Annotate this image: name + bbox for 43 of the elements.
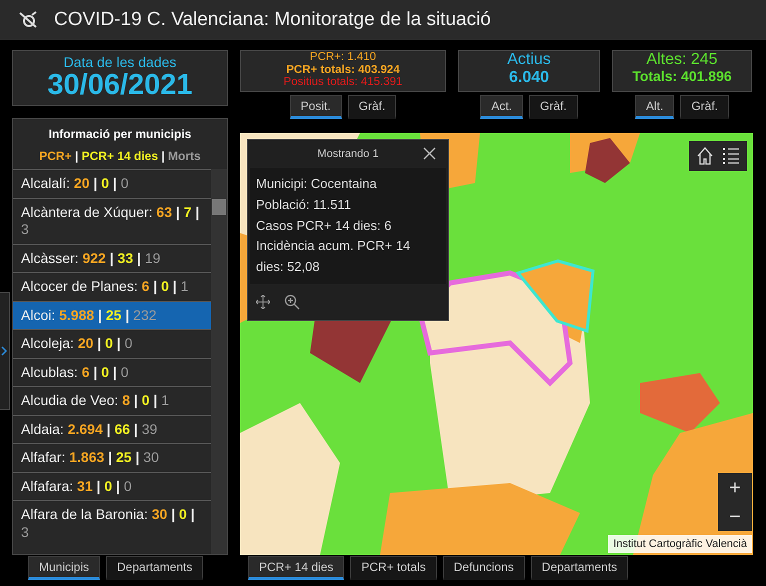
tab[interactable]: Posit.: [290, 95, 342, 120]
move-icon[interactable]: [256, 294, 270, 309]
panel-toggle[interactable]: [0, 292, 10, 410]
popup-title: Mostrando 1: [317, 146, 379, 162]
date-value: 30/06/2021: [46, 71, 194, 100]
pcr-count: PCR+: 1.410: [308, 51, 378, 64]
tab[interactable]: Departaments: [530, 556, 628, 580]
tab[interactable]: Alt.: [634, 95, 674, 120]
app-title: COVID-19 C. Valenciana: Monitoratge de la situació: [54, 8, 491, 32]
virus-icon: [18, 11, 38, 29]
popup-field: Casos PCR+ 14 dies: 6: [256, 216, 440, 236]
tab[interactable]: Gràf.: [680, 95, 729, 120]
home-icon[interactable]: [697, 147, 713, 165]
popup-field: Incidència acum. PCR+ 14 dies: 52,08: [256, 236, 440, 278]
municipality-row[interactable]: Alcoi: 5.988 | 25 | 232: [13, 300, 211, 329]
tab[interactable]: Municipis: [28, 556, 100, 580]
pcr-total: PCR+ totals: 403.924: [285, 64, 401, 76]
tab[interactable]: PCR+ 14 dies: [248, 556, 344, 580]
active-label: Actius: [506, 51, 552, 69]
tab[interactable]: Gràf.: [529, 95, 578, 120]
zoom-out-button[interactable]: −: [718, 502, 752, 531]
date-label: Data de les dades: [62, 53, 178, 69]
scrollbar-thumb[interactable]: [212, 199, 226, 215]
popup-field: Població: 11.511: [256, 194, 440, 216]
map-attribution: Institut Cartogràfic Valencià: [608, 534, 752, 553]
tab[interactable]: Departaments: [106, 556, 204, 580]
tab[interactable]: Act.: [480, 95, 523, 120]
tab[interactable]: Defuncions: [442, 556, 525, 580]
close-icon[interactable]: [423, 147, 436, 160]
positives-total: Positius totals: 415.391: [282, 76, 404, 89]
discharges-total: Totals: 401.896: [631, 68, 733, 84]
active-value: 6.040: [508, 68, 550, 86]
legend-text: PCR+ | PCR+ 14 dies | Morts: [38, 148, 202, 165]
tab[interactable]: PCR+ totals: [350, 556, 437, 580]
discharges-label: Altes: 245: [645, 51, 719, 69]
popup-field: Municipi: Cocentaina: [256, 174, 440, 195]
list-icon[interactable]: [723, 147, 739, 165]
zoom-icon[interactable]: [284, 294, 300, 310]
tab[interactable]: Gràf.: [348, 95, 396, 120]
panel-title: Informació per municipis: [48, 126, 192, 143]
scrollbar[interactable]: [211, 169, 227, 554]
chevron-icon: [0, 345, 8, 357]
zoom-in-button[interactable]: +: [718, 473, 752, 502]
